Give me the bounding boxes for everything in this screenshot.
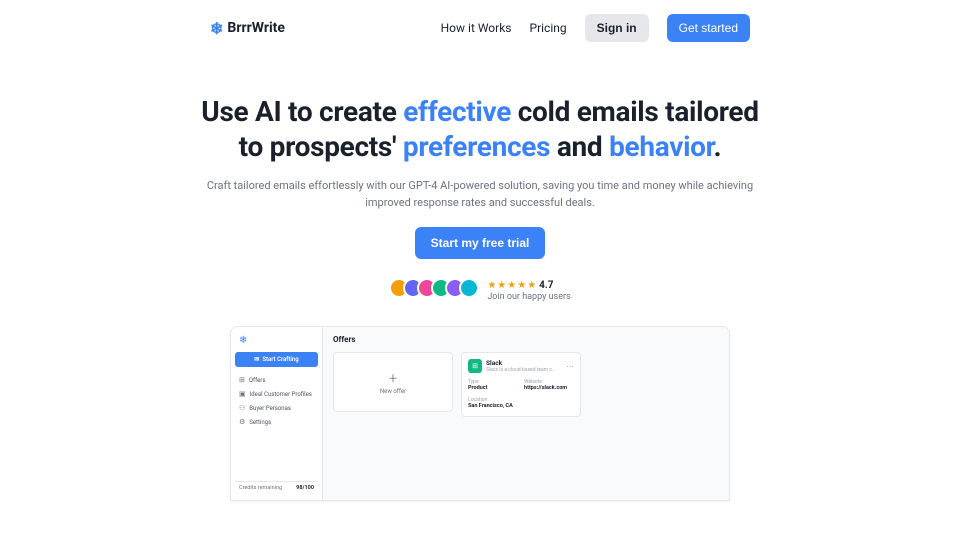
getstarted-button[interactable]: Get started [667, 14, 750, 42]
join-text: Join our happy users [487, 292, 570, 302]
users-icon: ⚇ [239, 404, 245, 412]
sidebar-item-settings[interactable]: ⚙Settings [235, 415, 318, 429]
nav-pricing[interactable]: Pricing [530, 21, 567, 35]
snowflake-icon: ❄ [235, 333, 318, 348]
social-proof: ★★★★★4.7 Join our happy users [190, 273, 770, 302]
user-avatars [389, 278, 479, 298]
gear-icon: ⚙ [239, 418, 245, 426]
avatar [459, 278, 479, 298]
new-offer-card[interactable]: ＋ New offer [333, 352, 453, 412]
sidebar-item-personas[interactable]: ⚇Buyer Personas [235, 401, 318, 415]
type-value: Product [468, 385, 518, 392]
logo[interactable]: ❄ BrrrWrite [210, 19, 285, 38]
offer-card-slack[interactable]: ⊞ Slack Slack is a cloud-based team c...… [461, 352, 581, 417]
mail-icon: ✉ [254, 356, 259, 363]
signin-button[interactable]: Sign in [585, 14, 649, 42]
dashboard-preview: ❄ ✉ Start Crafting ⊞Offers ▣Ideal Custom… [230, 326, 730, 501]
gift-icon: ⊞ [239, 376, 245, 384]
nav-how-it-works[interactable]: How it Works [441, 21, 512, 35]
brand-name: BrrrWrite [227, 20, 285, 36]
rating-score: 4.7 [539, 280, 553, 291]
plus-icon: ＋ [388, 370, 398, 385]
gift-icon: ⊞ [468, 359, 482, 373]
sidebar-item-icp[interactable]: ▣Ideal Customer Profiles [235, 387, 318, 401]
sidebar: ❄ ✉ Start Crafting ⊞Offers ▣Ideal Custom… [231, 327, 323, 500]
start-trial-button[interactable]: Start my free trial [415, 227, 546, 259]
more-icon[interactable]: ⋯ [566, 362, 574, 371]
sidebar-item-offers[interactable]: ⊞Offers [235, 373, 318, 387]
start-crafting-button[interactable]: ✉ Start Crafting [235, 352, 318, 367]
main-title: Offers [333, 335, 719, 344]
hero-subtitle: Craft tailored emails effortlessly with … [190, 178, 770, 211]
profile-icon: ▣ [239, 390, 246, 398]
snowflake-icon: ❄ [210, 19, 223, 38]
location-value: San Francisco, CA [468, 403, 574, 410]
offer-description: Slack is a cloud-based team c... [486, 367, 556, 373]
stars-icon: ★★★★★ [487, 280, 537, 291]
website-value: https://slack.com [524, 385, 574, 392]
offer-name: Slack [486, 359, 556, 367]
credits-remaining: Credits remaining 98/100 [235, 481, 318, 494]
hero-heading: Use AI to create effective cold emails t… [190, 94, 770, 164]
